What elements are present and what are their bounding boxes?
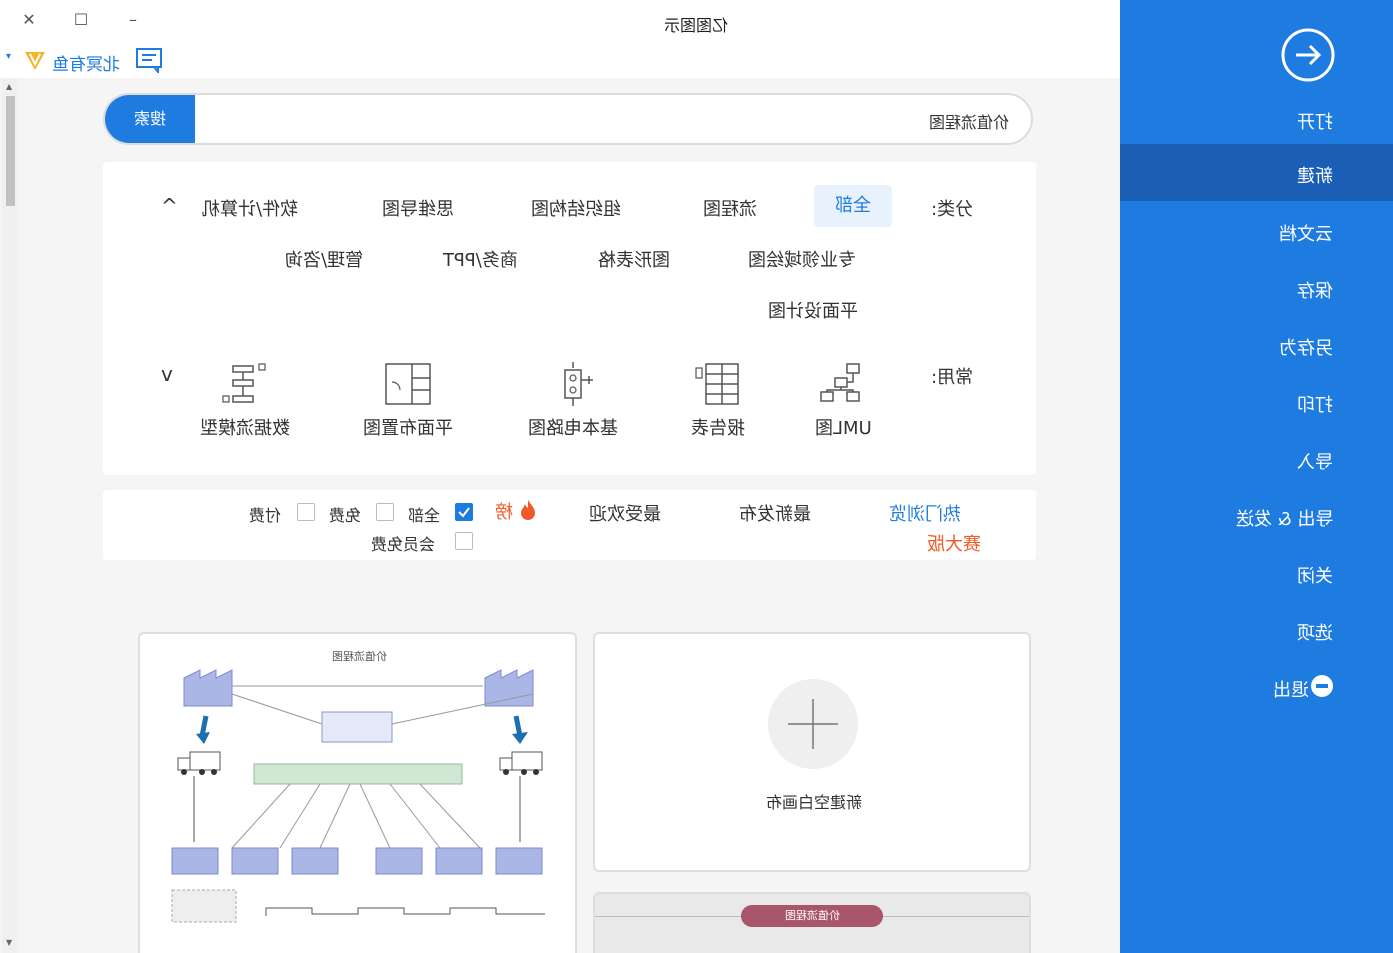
common-report[interactable]: 报告表 xyxy=(678,360,758,440)
search-button[interactable]: 搜索 xyxy=(105,95,195,143)
common-label: 常用: xyxy=(931,367,974,388)
category-software[interactable]: 软件/计算机 xyxy=(202,195,298,221)
expand-common-icon[interactable]: v xyxy=(161,362,173,386)
sidebar-item-new[interactable]: 新建 xyxy=(1120,144,1393,201)
tab-hot-browse[interactable]: 热门浏览 xyxy=(889,500,961,526)
category-label: 分类: xyxy=(931,199,974,220)
sidebar-item-exit[interactable]: 退出 xyxy=(1120,658,1393,715)
search-bar: 搜索 价值流程图 xyxy=(103,93,1033,145)
category-flowchart[interactable]: 流程图 xyxy=(703,195,757,221)
message-icon[interactable] xyxy=(134,47,164,73)
template-card-value-stream-2[interactable]: 价值流程图 xyxy=(593,892,1031,953)
file-sidebar: 打开 新建 云文档 保存 另存为 打印 导入 导出 & 发送 关闭 选项 退出 xyxy=(1120,0,1393,953)
app-title: 亿图图示 xyxy=(664,16,729,35)
user-bar: ▾ 北冥有鱼 xyxy=(0,42,1120,78)
sidebar-item-close[interactable]: 关闭 xyxy=(1120,544,1393,601)
sidebar-item-import[interactable]: 导入 xyxy=(1120,430,1393,487)
common-uml[interactable]: UML图 xyxy=(803,360,883,440)
search-input[interactable]: 价值流程图 xyxy=(929,109,1009,133)
template-2-title: 价值流程图 xyxy=(741,905,883,927)
common-circuit[interactable]: 基本电路图 xyxy=(523,360,623,440)
sidebar-item-open[interactable]: 打开 xyxy=(1120,90,1393,147)
user-menu-caret-icon[interactable]: ▾ xyxy=(6,51,11,62)
category-floor-plan[interactable]: 平面设计图 xyxy=(768,297,858,323)
floor-layout-icon xyxy=(385,363,431,405)
contest-link[interactable]: 赛大版 xyxy=(927,530,981,556)
value-stream-thumbnail xyxy=(171,669,545,923)
sidebar-item-options[interactable]: 选项 xyxy=(1120,601,1393,658)
filter-member-free-checkbox[interactable] xyxy=(455,532,473,550)
user-name[interactable]: 北冥有鱼 xyxy=(52,50,120,75)
common-floor-layout[interactable]: 平面布置图 xyxy=(358,360,458,440)
sidebar-item-print[interactable]: 打印 xyxy=(1120,373,1393,430)
open-arrow-icon[interactable] xyxy=(1280,27,1336,83)
category-mind-map[interactable]: 思维导图 xyxy=(382,195,454,221)
vip-badge-icon xyxy=(25,52,45,70)
report-table-icon xyxy=(695,363,739,405)
sidebar-item-save[interactable]: 保存 xyxy=(1120,259,1393,316)
plus-icon xyxy=(788,699,838,749)
template-title: 价值流程图 xyxy=(332,650,387,663)
filter-free-checkbox[interactable] xyxy=(376,503,394,521)
scroll-thumb[interactable] xyxy=(6,96,15,206)
sidebar-item-save-as[interactable]: 另存为 xyxy=(1120,316,1393,373)
main-area: ✕ ☐ – 亿图图示 ▾ 北冥有鱼 ▲ ▼ 搜索 价值流程图 分类: 全部 流程… xyxy=(0,0,1120,953)
filter-free-label: 免费 xyxy=(329,506,362,525)
category-org-chart[interactable]: 组织结构图 xyxy=(531,195,621,221)
category-professional[interactable]: 专业领域绘图 xyxy=(748,246,856,272)
filter-all-checkbox[interactable] xyxy=(455,503,473,521)
sidebar-item-cloud-docs[interactable]: 云文档 xyxy=(1120,202,1393,259)
tab-most-popular[interactable]: 最受欢迎 xyxy=(589,500,661,526)
filter-member-free-label: 会员免费 xyxy=(371,535,436,554)
common-data-flow[interactable]: 数据流模型 xyxy=(195,360,295,440)
template-card-value-stream[interactable]: 价值流程图 xyxy=(138,632,577,953)
filter-panel: 热门浏览 最新发布 最受欢迎 榜 赛大版 全部 免费 付费 会员免费 xyxy=(103,490,1036,560)
checkmark-icon xyxy=(458,507,470,518)
scroll-down-icon[interactable]: ▼ xyxy=(6,938,12,947)
category-panel: 分类: 全部 流程图 组织结构图 思维导图 软件/计算机 ^ 专业领域绘图 图形… xyxy=(103,162,1036,475)
category-graphic-tables[interactable]: 图形表格 xyxy=(598,246,670,272)
exit-icon xyxy=(1311,675,1333,697)
scroll-up-icon[interactable]: ▲ xyxy=(6,82,12,91)
sidebar-item-export-send[interactable]: 导出 & 发送 xyxy=(1120,487,1393,544)
title-bar: ✕ ☐ – 亿图图示 xyxy=(0,0,1120,42)
collapse-categories-icon[interactable]: ^ xyxy=(161,194,178,218)
uml-diagram-icon xyxy=(820,363,860,402)
new-canvas-label: 新建空白画布 xyxy=(765,793,862,812)
category-management[interactable]: 管理/咨询 xyxy=(285,246,363,272)
add-canvas-circle xyxy=(768,679,858,769)
filter-all-label: 全部 xyxy=(408,506,441,525)
new-blank-canvas-card[interactable]: 新建空白画布 xyxy=(593,632,1031,872)
filter-paid-checkbox[interactable] xyxy=(297,503,315,521)
filter-paid-label: 付费 xyxy=(249,506,282,525)
tab-latest[interactable]: 最新发布 xyxy=(739,500,811,526)
tab-ranking[interactable]: 榜 xyxy=(495,498,537,524)
data-flow-icon xyxy=(222,363,266,403)
fire-icon xyxy=(520,500,535,520)
category-all[interactable]: 全部 xyxy=(814,185,892,227)
category-business-ppt[interactable]: 商务/PPT xyxy=(443,246,518,272)
circuit-diagram-icon xyxy=(564,362,593,406)
scrollbar[interactable]: ▲ ▼ xyxy=(2,78,18,953)
